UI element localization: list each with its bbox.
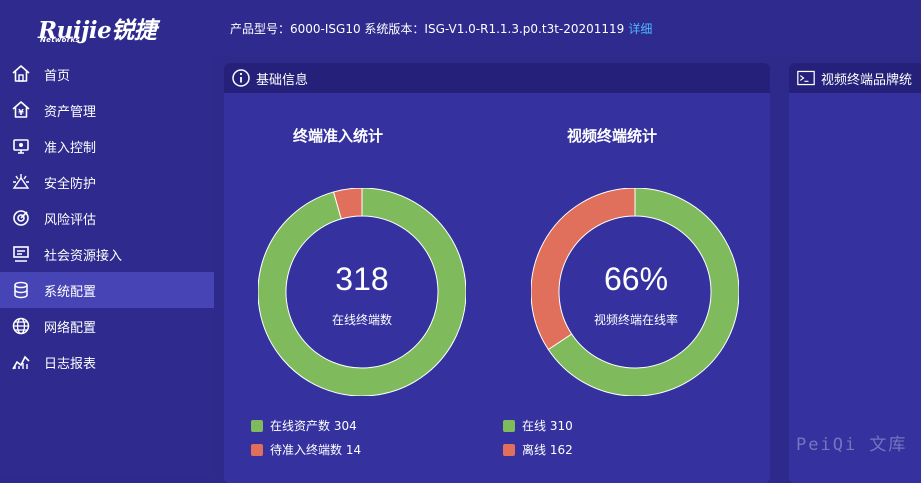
legend-swatch — [503, 419, 515, 432]
info-icon — [232, 69, 250, 87]
chart-center-value: 66% — [603, 261, 669, 297]
legend-item[interactable]: 离线 162 — [503, 441, 573, 458]
sidebar-item-label: 日志报表 — [44, 356, 97, 372]
legend-swatch — [251, 419, 263, 432]
sidebar: 首页 ¥ 资产管理 准入控制 安全防护 风险评估 社会资源接入 系统配置 网络配… — [0, 56, 214, 474]
legend-swatch — [503, 443, 515, 456]
sidebar-item-access-control[interactable]: 准入控制 — [0, 128, 214, 164]
social-resource-icon — [10, 243, 32, 265]
sidebar-item-label: 系统配置 — [44, 284, 97, 300]
watermark: PeiQi 文库 — [796, 435, 908, 455]
sidebar-item-label: 资产管理 — [44, 104, 97, 120]
panel-header: 视频终端品牌统 — [789, 63, 921, 93]
network-icon — [10, 315, 32, 337]
legend-swatch — [251, 443, 263, 456]
sidebar-item-label: 安全防护 — [44, 176, 97, 192]
legend-label: 待准入终端数 14 — [270, 443, 362, 457]
access-control-icon — [10, 135, 32, 157]
product-info: 产品型号：6000-ISG10 系统版本：ISG-V1.0-R1.1.3.p0.… — [230, 20, 652, 37]
sidebar-item-network[interactable]: 网络配置 — [0, 308, 214, 344]
panel-title: 视频终端品牌统 — [821, 72, 913, 88]
legend-item[interactable]: 待准入终端数 14 — [251, 441, 361, 458]
product-info-text: 产品型号：6000-ISG10 系统版本：ISG-V1.0-R1.1.3.p0.… — [230, 22, 625, 36]
sidebar-item-system-config[interactable]: 系统配置 — [0, 272, 214, 308]
panel-title: 基础信息 — [256, 72, 309, 88]
panel-header: 基础信息 — [224, 63, 770, 93]
sidebar-item-security[interactable]: 安全防护 — [0, 164, 214, 200]
chart-center-value: 318 — [335, 261, 389, 297]
video-brand-panel: 视频终端品牌统 — [789, 63, 921, 483]
chart-center-label: 视频终端在线率 — [593, 313, 678, 327]
legend-item[interactable]: 在线 310 — [503, 417, 573, 434]
top-header: Ruijie锐捷 Networks 产品型号：6000-ISG10 系统版本：I… — [0, 0, 921, 56]
terminal-icon — [797, 69, 815, 87]
chart-title: 终端准入统计 — [292, 127, 383, 145]
legend-item[interactable]: 在线资产数 304 — [251, 417, 357, 434]
ruijie-logo: Ruijie锐捷 Networks — [38, 9, 190, 49]
svg-text:¥: ¥ — [18, 108, 24, 117]
detail-link[interactable]: 详细 — [628, 22, 652, 36]
legend-label: 在线 310 — [522, 419, 573, 433]
sidebar-item-label: 准入控制 — [44, 140, 97, 156]
chart-center-label: 在线终端数 — [331, 313, 392, 327]
asset-icon: ¥ — [10, 99, 32, 121]
logo-subtext: Networks — [40, 36, 80, 44]
system-config-icon — [10, 279, 32, 301]
sidebar-item-social-resource[interactable]: 社会资源接入 — [0, 236, 214, 272]
sidebar-item-label: 社会资源接入 — [44, 248, 123, 264]
security-icon — [10, 171, 32, 193]
sidebar-item-label: 首页 — [44, 68, 71, 84]
legend-label: 离线 162 — [522, 443, 573, 457]
report-icon — [10, 351, 32, 373]
legend-label: 在线资产数 304 — [270, 419, 357, 433]
home-icon — [10, 63, 32, 85]
sidebar-item-risk[interactable]: 风险评估 — [0, 200, 214, 236]
sidebar-item-label: 风险评估 — [44, 212, 97, 228]
chart-title: 视频终端统计 — [566, 127, 657, 145]
sidebar-item-label: 网络配置 — [44, 320, 97, 336]
sidebar-item-assets[interactable]: ¥ 资产管理 — [0, 92, 214, 128]
risk-icon — [10, 207, 32, 229]
sidebar-item-home[interactable]: 首页 — [0, 56, 214, 92]
sidebar-item-report[interactable]: 日志报表 — [0, 344, 214, 380]
